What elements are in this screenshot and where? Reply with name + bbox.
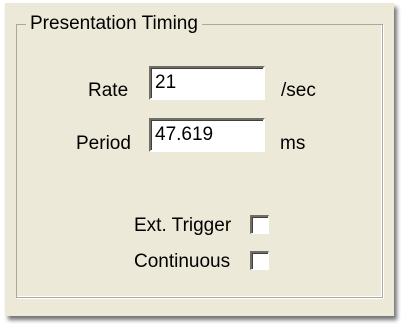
rate-unit-label: /sec: [281, 80, 316, 101]
rate-label: Rate: [88, 80, 129, 101]
period-input[interactable]: [149, 118, 265, 152]
rate-input[interactable]: [149, 66, 265, 100]
period-label: Period: [76, 133, 131, 154]
groupbox-title: Presentation Timing: [26, 13, 202, 35]
continuous-checkbox[interactable]: [250, 251, 269, 270]
continuous-label: Continuous: [134, 251, 231, 272]
period-unit-label: ms: [280, 133, 306, 154]
ext-trigger-label: Ext. Trigger: [134, 215, 232, 236]
ext-trigger-checkbox[interactable]: [250, 215, 269, 234]
presentation-timing-panel: Presentation Timing Rate /sec Period ms …: [5, 3, 394, 316]
